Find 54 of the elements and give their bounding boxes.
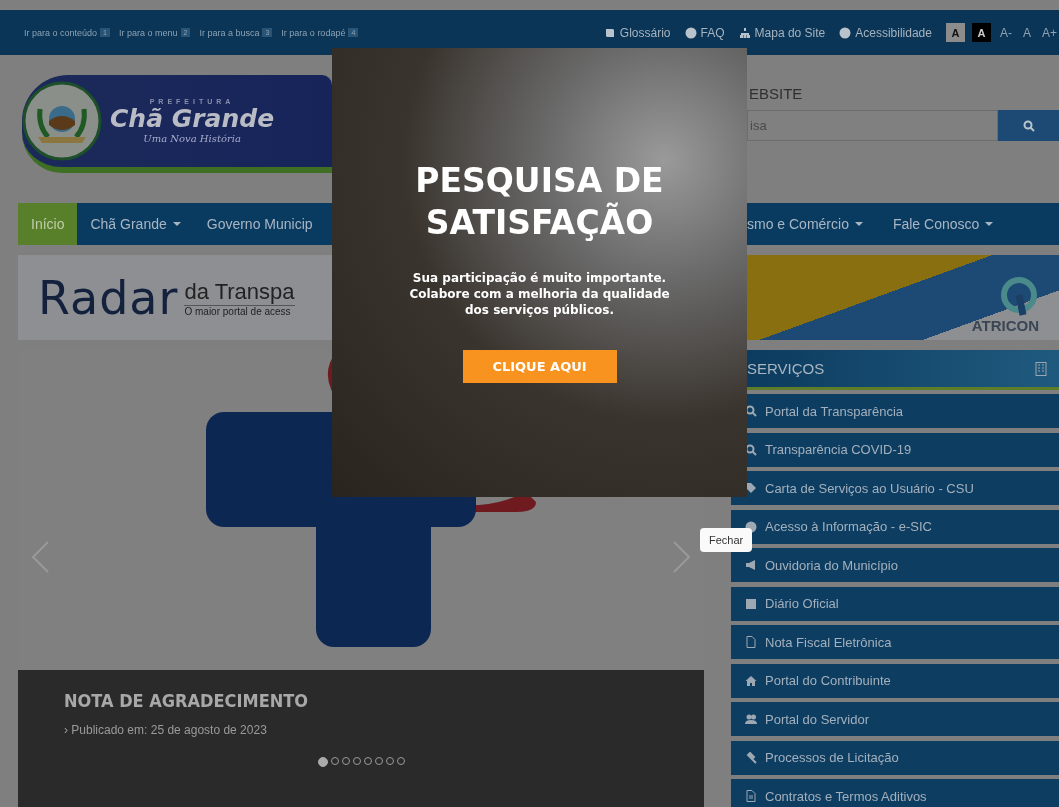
search-icon — [745, 405, 757, 417]
file-icon — [745, 636, 757, 648]
slide-dot[interactable] — [317, 757, 328, 767]
caret-icon — [854, 222, 863, 226]
search-icon — [1022, 119, 1035, 132]
document-icon — [745, 790, 757, 802]
slide-title[interactable]: NOTA DE AGRADECIMENTO — [64, 690, 309, 711]
top-link[interactable]: Mapa do Site — [738, 25, 826, 40]
top-link[interactable]: Glossário — [603, 25, 671, 40]
close-tooltip: Fechar — [700, 528, 753, 552]
logo-tagline: Uma Nova História — [143, 133, 241, 144]
nav-item[interactable]: Chã Grande — [77, 203, 194, 245]
service-link[interactable]: Contratos e Termos Aditivos — [731, 779, 1059, 807]
users-icon — [745, 713, 757, 725]
service-link[interactable]: Ouvidoria do Município — [731, 548, 1059, 582]
font-size-button[interactable]: A- — [997, 25, 1014, 40]
nav-item[interactable]: Governo Municip — [193, 203, 326, 245]
search-icon — [745, 443, 757, 456]
megaphone-icon — [745, 559, 757, 571]
service-link[interactable]: Carta de Serviços ao Usuário - CSU — [731, 471, 1059, 505]
font-size-button[interactable]: A+ — [1040, 25, 1059, 40]
services-title: SERVIÇOS — [747, 360, 825, 377]
contrast-button[interactable]: A — [945, 23, 965, 42]
banner-title: da Transpa — [184, 278, 295, 305]
banner-label: ATRICON — [971, 317, 1039, 334]
caret-icon — [172, 222, 181, 226]
search-heading: EBSITE — [748, 85, 804, 102]
atricon-banner[interactable]: ATRICON — [747, 255, 1059, 340]
q-logo-icon — [999, 277, 1039, 317]
popup-text: Sua participação é muito importante. Colabore com a melhoria da qualidade dos serviços públicos. — [409, 270, 670, 318]
building-icon — [1035, 361, 1047, 376]
sitemap-icon — [738, 26, 751, 39]
slide-date: › Publicado em: 25 de agosto de 2023 — [64, 723, 267, 737]
service-link[interactable]: Portal do Servidor — [731, 702, 1059, 736]
caret-icon — [985, 222, 994, 226]
logo-title: Chã Grande — [110, 105, 275, 133]
service-link[interactable]: Diário Oficial — [731, 586, 1059, 621]
top-link[interactable]: Acessibilidade — [839, 25, 932, 40]
gavel-icon — [745, 751, 757, 764]
top-link[interactable]: FAQ — [684, 25, 725, 40]
nav-item[interactable]: Fale Conosco — [892, 203, 1024, 245]
radar-logo-text: Radar — [38, 270, 179, 325]
tag-icon — [745, 482, 757, 494]
popup-title: PESQUISA DE SATISFAÇÃO — [414, 160, 665, 244]
search-button[interactable] — [998, 110, 1059, 141]
service-link[interactable]: Portal do Contribuinte — [731, 663, 1059, 698]
font-size-button[interactable]: A — [1020, 25, 1033, 40]
banner-subtitle: O maior portal de acess — [184, 304, 295, 317]
nav-item[interactable]: smo e Comércio — [747, 203, 893, 245]
contrast-button[interactable]: A — [971, 23, 991, 42]
nav-item[interactable]: Início — [18, 203, 78, 245]
service-link[interactable]: Processos de Licitação — [731, 740, 1059, 775]
home-icon — [745, 674, 757, 687]
service-link[interactable]: Nota Fiscal Eletrônica — [731, 625, 1059, 659]
